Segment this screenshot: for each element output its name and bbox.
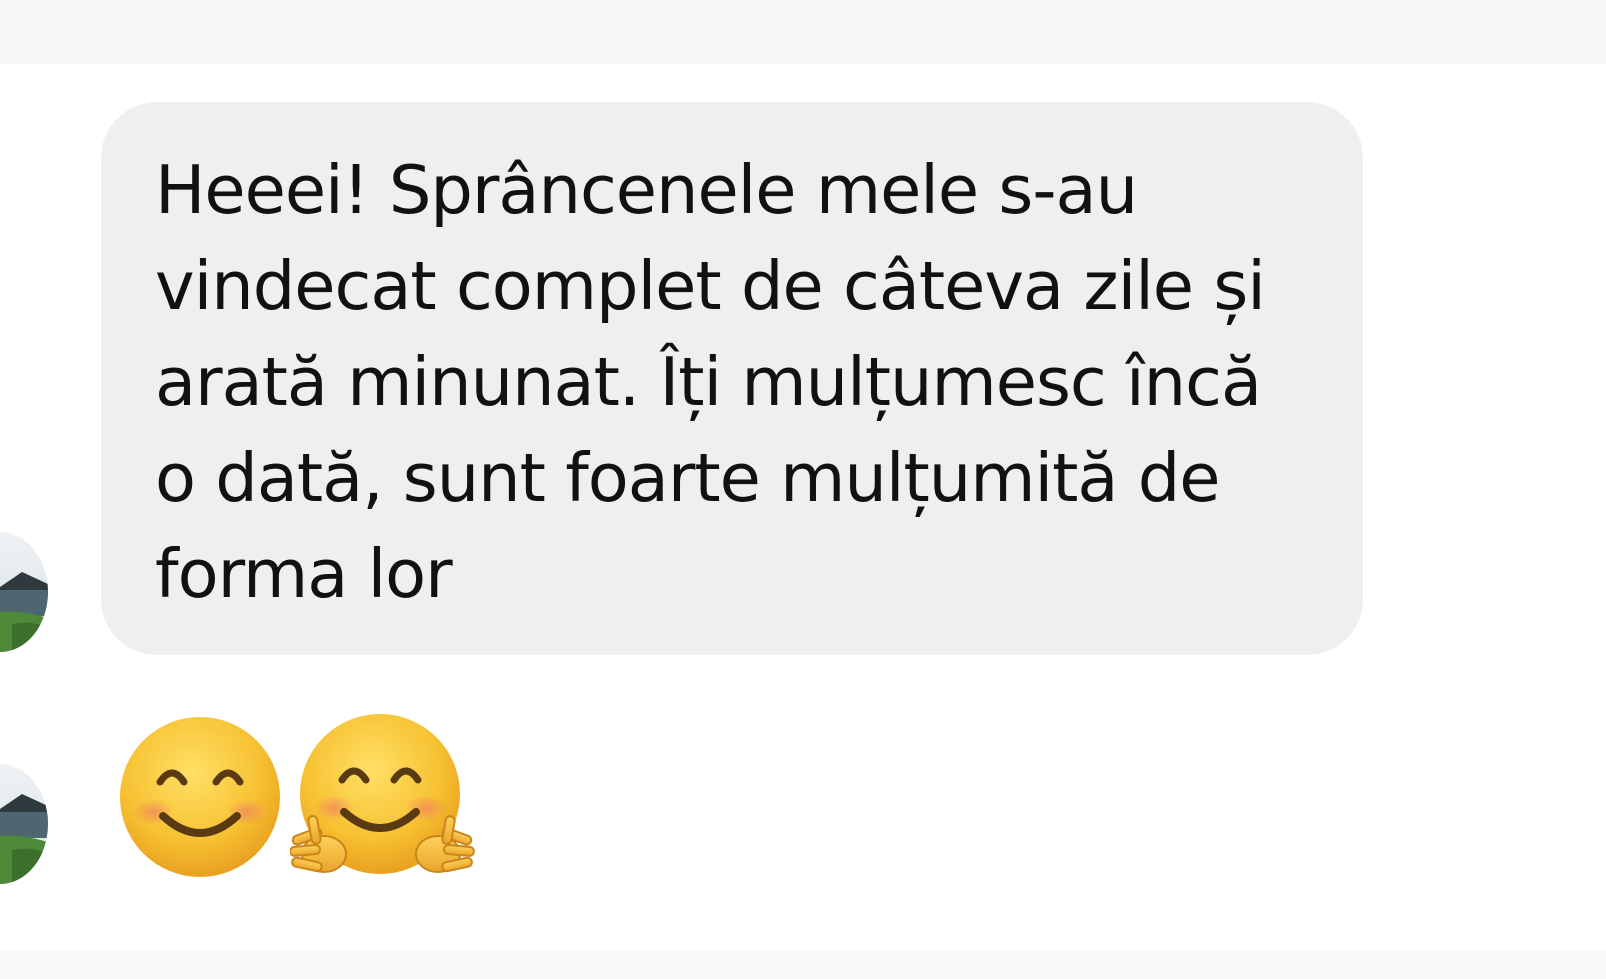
bottom-bar — [0, 950, 1606, 979]
top-bar — [0, 0, 1606, 64]
message-bubble[interactable]: Heeei! Sprâncenele mele s-au vindecat co… — [101, 102, 1363, 655]
smiling-face-emoji-icon — [115, 712, 290, 887]
message-text: Heeei! Sprâncenele mele s-au vindecat co… — [155, 151, 1266, 613]
hugging-face-emoji-icon — [289, 712, 475, 887]
